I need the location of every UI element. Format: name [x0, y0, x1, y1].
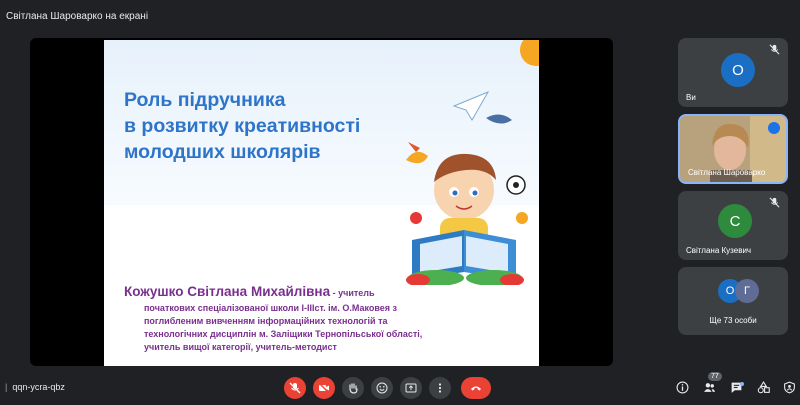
participant-name: Світлана Кузевич [686, 246, 752, 255]
emoji-button[interactable] [371, 377, 393, 399]
people-button[interactable] [702, 380, 716, 394]
author-name: Кожушко Світлана Михайлівна [124, 284, 331, 299]
emoji-icon [376, 382, 388, 394]
raise-hand-icon [349, 383, 358, 394]
hang-up-button[interactable] [461, 377, 491, 399]
avatar: Г [735, 279, 759, 303]
slide: Роль підручника в розвитку креативності … [104, 40, 539, 366]
present-screen-button[interactable] [400, 377, 422, 399]
speaking-indicator-icon [768, 122, 780, 134]
description-line: початкових спеціалізованої школи І-ІІІст… [144, 303, 397, 313]
presentation-stage[interactable]: Роль підручника в розвитку креативності … [30, 38, 613, 366]
slide-title-line: в розвитку креативності [124, 115, 361, 137]
more-options-button[interactable] [429, 377, 451, 399]
bottom-toolbar: | qqn-ycra-qbz [0, 372, 800, 405]
meeting-info-button[interactable] [675, 380, 689, 394]
participants-count-badge: 77 [708, 372, 722, 381]
avatar: С [718, 204, 752, 238]
mic-off-icon [769, 197, 780, 208]
more-options-icon [438, 383, 442, 393]
activities-icon [757, 380, 770, 393]
slide-title-line: Роль підручника [124, 89, 286, 111]
slide-title-line: молодших школярів [124, 141, 321, 163]
slide-description: початкових спеціалізованої школи І-ІІІст… [144, 302, 524, 354]
description-line: поглибленим вивченням інформаційних техн… [144, 316, 388, 326]
camera-off-icon [318, 382, 330, 394]
camera-toggle-button[interactable] [313, 377, 335, 399]
separator: | [5, 382, 8, 392]
mic-off-icon [289, 382, 301, 394]
top-bar: Світлана Шароварко на екрані [0, 0, 800, 34]
host-controls-icon [783, 380, 795, 393]
boy-reading-book-illustration [406, 40, 539, 285]
people-icon [703, 382, 715, 392]
hang-up-icon [471, 386, 481, 391]
raise-hand-button[interactable] [342, 377, 364, 399]
present-screen-icon [405, 383, 417, 393]
description-line: технологічних дисциплін м. Заліщики Терн… [144, 329, 423, 339]
slide-author: Кожушко Світлана Михайлівна - учитель [124, 284, 375, 299]
participant-tile-kuzevych[interactable]: С Світлана Кузевич [678, 191, 788, 260]
meeting-code: | qqn-ycra-qbz [5, 382, 65, 392]
meeting-code-text: qqn-ycra-qbz [12, 382, 65, 392]
chat-notification-dot [740, 382, 744, 386]
participant-tile-presenter[interactable]: Світлана Шароварко [678, 114, 788, 184]
host-controls-button[interactable] [782, 380, 796, 394]
avatar: О [721, 53, 755, 87]
mic-off-icon [769, 44, 780, 55]
participant-tile-you[interactable]: О Ви [678, 38, 788, 107]
slide-title: Роль підручника в розвитку креативності … [124, 87, 394, 165]
author-role: - учитель [330, 288, 375, 298]
activities-button[interactable] [756, 380, 770, 394]
more-participants-label: Ще 73 особи [709, 316, 757, 325]
info-icon [676, 381, 688, 393]
mic-toggle-button[interactable] [284, 377, 306, 399]
more-participants-tile[interactable]: О Г Ще 73 особи [678, 267, 788, 335]
participant-name: Ви [686, 93, 696, 102]
description-line: учитель вищої категорії, учитель-методис… [144, 342, 337, 352]
participant-name: Світлана Шароварко [688, 168, 766, 177]
presenter-label: Світлана Шароварко на екрані [6, 11, 149, 22]
